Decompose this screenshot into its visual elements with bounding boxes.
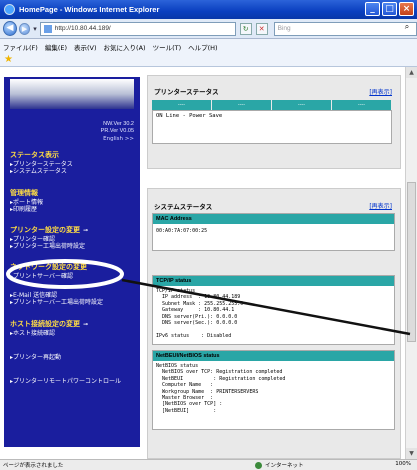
back-button[interactable]: ◀ [3, 21, 17, 36]
address-bar: ◀ ▶ ▾ http://10.80.44.189/ ↻ ✕ Bing [0, 19, 417, 39]
sidebar-item-print-history[interactable]: ▸印刷履歴 [10, 204, 37, 213]
menu-file[interactable]: ファイル(F) [3, 42, 38, 52]
window-title: HomePage - Windows Internet Explorer [19, 5, 160, 14]
search-placeholder: Bing [277, 25, 291, 32]
sidebar-item-print-server-check[interactable]: ▸プリントサーバー確認 [10, 271, 73, 280]
printer-status-title: プリンターステータス [154, 88, 219, 96]
status-header-cell: ---- [272, 100, 332, 110]
url-input[interactable]: http://10.80.44.189/ [39, 21, 236, 36]
refresh-icon[interactable]: ↻ [239, 22, 252, 35]
mac-address-box: MAC Address 00:A0:7A:07:00:25 [152, 213, 395, 251]
zoom-level[interactable]: 100% [395, 461, 411, 467]
netbeui-line: [NetBEUI] : [156, 407, 217, 414]
sidebar-item-host-check[interactable]: ▸ホスト接続確認 [10, 328, 55, 337]
globe-icon [255, 462, 262, 469]
menu-help[interactable]: ヘルプ(H) [188, 42, 217, 52]
menu-tools[interactable]: ツール(T) [153, 42, 182, 52]
tcpip-status-header: TCP/IP status [153, 276, 394, 286]
scroll-up-icon[interactable]: ▲ [406, 67, 417, 78]
menu-edit[interactable]: 編集(E) [45, 42, 67, 52]
scrollbar-thumb[interactable] [407, 182, 416, 342]
status-header-cell: ---- [212, 100, 272, 110]
ie-logo-icon [4, 4, 15, 15]
english-link[interactable]: English >> [103, 136, 134, 142]
url-text: http://10.80.44.189/ [54, 25, 111, 32]
nw-version: NW.Ver 30.2 [103, 121, 134, 127]
close-button[interactable]: × [399, 2, 414, 16]
sidebar-item-remote-power[interactable]: ▸プリンターリモートパワーコントロール [10, 376, 121, 385]
printer-status-table: ---- ---- ---- ---- ON Line - Power Save [152, 100, 392, 144]
sidebar-banner [10, 79, 134, 109]
page-content: NW.Ver 30.2 PR.Ver V0.05 English >> ステータ… [0, 67, 417, 459]
pr-version: PR.Ver V0.05 [100, 128, 134, 134]
sidebar-item-system-status[interactable]: ▸システムステータス [10, 166, 67, 175]
netbeui-status-header: NetBEUI/NetBIOS status [153, 351, 394, 361]
sidebar-item-printer-restart[interactable]: ▸プリンター再起動 [10, 352, 61, 361]
page-icon [43, 24, 52, 33]
netbeui-status-box: NetBEUI/NetBIOS status NetBIOS status Ne… [152, 350, 395, 430]
mac-address-header: MAC Address [153, 214, 394, 224]
key-icon: ⊸ [83, 227, 89, 234]
mac-address-value: 00:A0:7A:07:00:25 [156, 228, 208, 234]
vertical-scrollbar[interactable]: ▲ ▼ [405, 67, 417, 459]
printer-status-message: ON Line - Power Save [152, 110, 392, 144]
printer-status-panel: プリンターステータス [再表示] ---- ---- ---- ---- ON … [147, 75, 401, 169]
menu-view[interactable]: 表示(V) [74, 42, 97, 52]
favorites-star-icon[interactable]: ★ [4, 54, 13, 65]
search-icon[interactable]: ⌕ [401, 22, 413, 34]
status-header-cell: ---- [332, 100, 392, 110]
security-zone: インターネット [255, 461, 304, 469]
minimize-button[interactable]: _ [365, 2, 380, 16]
maximize-button[interactable]: □ [382, 2, 397, 16]
stop-icon[interactable]: ✕ [255, 22, 268, 35]
search-input[interactable]: Bing [273, 21, 417, 36]
sidebar-item-print-server-factory-reset[interactable]: ▸プリントサーバー工場出荷時設定 [10, 297, 103, 306]
title-bar: HomePage - Windows Internet Explorer _ □… [0, 0, 417, 19]
system-status-redisplay-link[interactable]: [再表示] [369, 201, 392, 210]
netbeui-status-lines: NetBIOS status NetBIOS over TCP: Registr… [153, 361, 394, 416]
key-icon: ⊸ [83, 321, 89, 328]
favorites-bar: ★ [0, 54, 417, 67]
chevron-down-icon[interactable]: ▾ [33, 25, 37, 33]
tcpip-status-box: TCP/IP status TCP/IP status IP address :… [152, 275, 395, 345]
tcpip-line: IPv6 status : Disabled [156, 332, 232, 339]
status-bar: ページが表示されました インターネット 100% [0, 459, 417, 470]
tcpip-status-lines: TCP/IP status IP address : 10.80.44.189 … [153, 286, 394, 341]
sidebar-item-printer-factory-reset[interactable]: ▸プリンター工場出荷時設定 [10, 241, 85, 250]
system-status-panel: システムステータス [再表示] MAC Address 00:A0:7A:07:… [147, 188, 401, 459]
status-header-cell: ---- [152, 100, 212, 110]
printer-status-redisplay-link[interactable]: [再表示] [369, 87, 392, 96]
menu-bar: ファイル(F) 編集(E) 表示(V) お気に入り(A) ツール(T) ヘルプ(… [0, 39, 417, 54]
scroll-down-icon[interactable]: ▼ [406, 448, 417, 459]
sidebar: NW.Ver 30.2 PR.Ver V0.05 English >> ステータ… [4, 77, 140, 447]
forward-button[interactable]: ▶ [18, 22, 31, 35]
status-text: ページが表示されました [3, 463, 64, 469]
menu-favorites[interactable]: お気に入り(A) [104, 42, 146, 52]
status-header-row: ---- ---- ---- ---- [152, 100, 392, 110]
system-status-title: システムステータス [154, 203, 213, 211]
